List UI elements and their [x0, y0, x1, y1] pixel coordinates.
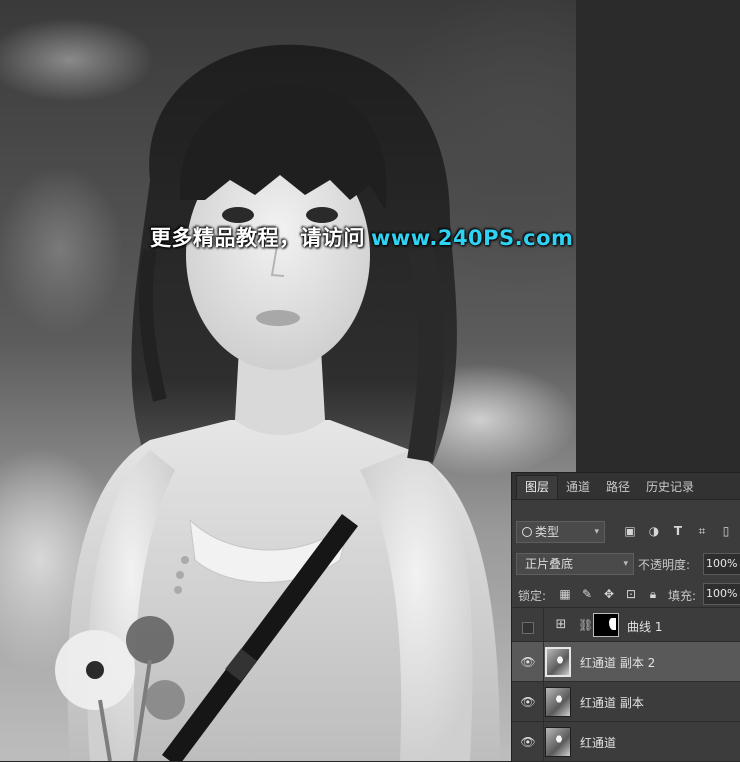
tab-paths[interactable]: 路径 — [598, 476, 638, 499]
blend-row: 正片叠底 ▾ 不透明度: 100% — [512, 553, 740, 579]
tab-channels[interactable]: 通道 — [558, 476, 598, 499]
lock-transparent-icon[interactable]: ▦ — [558, 587, 572, 601]
lock-position-icon[interactable]: ✥ — [602, 587, 616, 601]
layer-name: 红通道 副本 — [580, 696, 644, 710]
eye-icon[interactable]: 👁︎ — [520, 734, 536, 750]
layer-red-channel-copy-2[interactable]: 👁︎ 红通道 副本 2 — [512, 641, 740, 682]
eye-icon[interactable]: 👁︎ — [520, 694, 536, 710]
layer-red-channel[interactable]: 👁︎ 红通道 — [512, 721, 740, 762]
layer-thumbnail — [545, 687, 571, 717]
layers-panel: 图层 通道 路径 历史记录 类型 ▾ ▣ ◑ T ⌗ ▯ 正片叠底 ▾ 不透明度: … — [511, 472, 740, 762]
lock-pixels-icon[interactable]: ✎ — [580, 587, 594, 601]
image-filter-icon[interactable]: ▣ — [623, 524, 637, 538]
portrait-photo — [55, 44, 501, 761]
lock-artboard-icon[interactable]: ⊡ — [624, 587, 638, 601]
smart-object-filter-icon[interactable]: ▯ — [719, 524, 733, 538]
visibility-toggle-off[interactable] — [522, 622, 534, 634]
layer-name: 曲线 1 — [627, 620, 663, 634]
curves-adjustment-icon: ⊞ — [555, 617, 567, 632]
layer-mask-thumbnail[interactable] — [593, 613, 619, 637]
blend-mode-label: 正片叠底 — [525, 557, 574, 571]
opacity-label: 不透明度: — [638, 558, 691, 572]
search-icon — [522, 527, 532, 537]
layer-thumbnail — [545, 727, 571, 757]
watermark-url: www.240PS.com — [371, 226, 574, 250]
chevron-down-icon: ▾ — [594, 527, 599, 537]
fill-input[interactable]: 100% — [703, 583, 740, 605]
watermark-label: 更多精品教程，请访问 — [150, 226, 365, 250]
layer-name: 红通道 — [580, 736, 617, 750]
adjustment-filter-icon[interactable]: ◑ — [647, 524, 661, 538]
divider — [543, 642, 544, 682]
fill-label: 填充: — [668, 589, 697, 603]
layer-red-channel-copy[interactable]: 👁︎ 红通道 副本 — [512, 681, 740, 722]
eye-icon[interactable]: 👁︎ — [520, 654, 536, 670]
layer-name: 红通道 副本 2 — [580, 656, 656, 670]
divider — [543, 682, 544, 722]
lock-all-icon[interactable]: 🔒︎ — [646, 587, 660, 601]
filter-type-select[interactable]: 类型 ▾ — [516, 521, 605, 543]
chevron-down-icon: ▾ — [623, 559, 628, 569]
link-icon[interactable]: ⛓ — [578, 617, 593, 633]
divider — [543, 722, 544, 762]
type-filter-icon[interactable]: T — [671, 524, 685, 538]
layer-thumbnail — [545, 647, 571, 677]
workspace-background — [576, 0, 740, 472]
blend-mode-select[interactable]: 正片叠底 ▾ — [516, 553, 634, 575]
document-canvas[interactable]: 更多精品教程，请访问 www.240PS.com — [0, 0, 576, 761]
lock-row: 锁定: ▦ ✎ ✥ ⊡ 🔒︎ 填充: 100% — [512, 583, 740, 609]
tab-layers[interactable]: 图层 — [516, 475, 559, 499]
tab-history[interactable]: 历史记录 — [638, 476, 702, 499]
panel-tabs: 图层 通道 路径 历史记录 — [512, 473, 740, 500]
shape-filter-icon[interactable]: ⌗ — [695, 524, 709, 538]
layer-filter-row: 类型 ▾ ▣ ◑ T ⌗ ▯ — [512, 521, 740, 547]
watermark-text: 更多精品教程，请访问 www.240PS.com — [150, 222, 573, 252]
opacity-input[interactable]: 100% — [703, 553, 740, 575]
filter-type-label: 类型 — [535, 525, 560, 539]
lock-label: 锁定: — [518, 589, 547, 603]
